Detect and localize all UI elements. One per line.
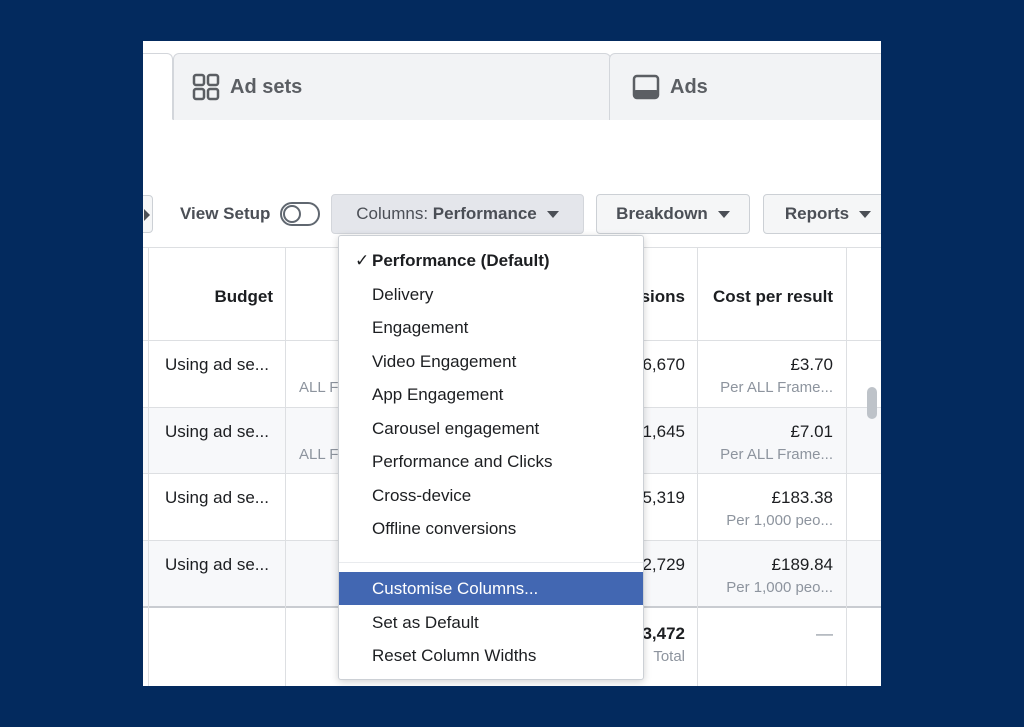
- view-setup-toggle[interactable]: [280, 202, 320, 226]
- budget-cell: Using ad se...: [165, 555, 269, 574]
- caret-down-icon: [546, 210, 559, 218]
- columns-prefix: Columns:: [356, 204, 429, 223]
- menu-item-cross-device[interactable]: Cross-device: [339, 479, 643, 512]
- reports-button[interactable]: Reports: [763, 194, 881, 234]
- tab-ads[interactable]: Ads: [609, 53, 881, 120]
- cost-subtext: Per 1,000 peo...: [726, 579, 833, 596]
- columns-button[interactable]: Columns: Performance: [331, 194, 584, 234]
- reports-label: Reports: [784, 204, 850, 223]
- cost-subtext: Per ALL Frame...: [720, 446, 833, 463]
- breakdown-button[interactable]: Breakdown: [596, 194, 750, 234]
- chevron-right-icon: [144, 209, 150, 221]
- menu-item-label: Performance (Default): [372, 250, 550, 270]
- vertical-scrollbar[interactable]: [867, 387, 877, 419]
- columns-dropdown-menu: ✓ Performance (Default) Delivery Engagem…: [338, 235, 644, 680]
- cost-cell: £3.70: [790, 355, 833, 374]
- menu-item-performance-and-clicks[interactable]: Performance and Clicks: [339, 445, 643, 478]
- previous-control[interactable]: [143, 195, 153, 233]
- menu-item-engagement[interactable]: Engagement: [339, 311, 643, 344]
- caret-down-icon: [859, 210, 872, 218]
- monitor-icon: [632, 73, 660, 101]
- budget-cell: Using ad se...: [165, 355, 269, 374]
- toggle-knob: [283, 205, 301, 223]
- column-header-budget[interactable]: Budget: [163, 287, 273, 307]
- total-cost: —: [816, 624, 833, 643]
- cost-subtext: Per ALL Frame...: [720, 379, 833, 396]
- menu-item-customise-columns[interactable]: Customise Columns...: [339, 572, 643, 605]
- tab-ad-sets-label: Ad sets: [230, 75, 303, 98]
- cost-cell: £183.38: [771, 488, 833, 507]
- menu-divider: [339, 562, 643, 563]
- tab-ads-label: Ads: [670, 75, 708, 98]
- menu-item-video-engagement[interactable]: Video Engagement: [339, 345, 643, 378]
- menu-item-carousel-engagement[interactable]: Carousel engagement: [339, 412, 643, 445]
- columns-value: Performance: [432, 204, 537, 223]
- caret-down-icon: [717, 210, 730, 218]
- budget-cell: Using ad se...: [165, 488, 269, 507]
- result-type-cell: ALL F: [299, 446, 339, 463]
- cost-subtext: Per 1,000 peo...: [726, 512, 833, 529]
- column-header-cost-per-result[interactable]: Cost per result: [703, 287, 833, 307]
- menu-item-app-engagement[interactable]: App Engagement: [339, 378, 643, 411]
- menu-item-set-as-default[interactable]: Set as Default: [339, 606, 643, 639]
- toolbar: View Setup Columns: Performance Breakdow…: [143, 191, 881, 237]
- menu-item-offline-conversions[interactable]: Offline conversions: [339, 512, 643, 545]
- menu-item-performance-default[interactable]: ✓ Performance (Default): [339, 244, 643, 277]
- check-icon: ✓: [355, 250, 370, 270]
- cost-cell: £7.01: [790, 422, 833, 441]
- grid-icon: [192, 73, 220, 101]
- tab-ad-sets[interactable]: Ad sets: [173, 53, 611, 120]
- tabs-bar: Ad sets Ads: [143, 41, 881, 120]
- breakdown-label: Breakdown: [616, 204, 708, 223]
- ads-manager-panel: Ad sets Ads View Setup Columns: Performa…: [143, 41, 881, 686]
- menu-item-reset-column-widths[interactable]: Reset Column Widths: [339, 639, 643, 672]
- result-type-cell: ALL F: [299, 379, 339, 396]
- cost-cell: £189.84: [771, 555, 833, 574]
- columns-button-label: Columns: Performance: [356, 204, 536, 224]
- budget-cell: Using ad se...: [165, 422, 269, 441]
- view-setup-label: View Setup: [180, 204, 271, 223]
- tab-campaigns[interactable]: [143, 53, 173, 120]
- menu-item-delivery[interactable]: Delivery: [339, 278, 643, 311]
